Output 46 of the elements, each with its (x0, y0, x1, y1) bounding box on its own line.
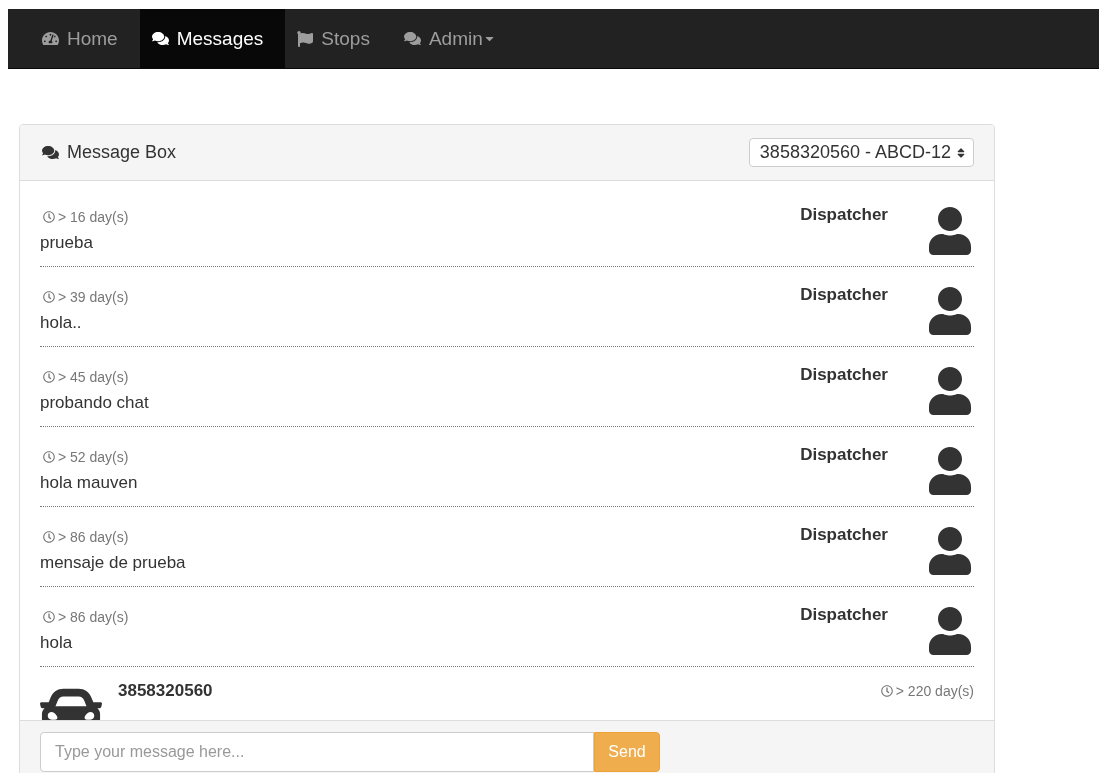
message-time: > 39 day(s) (43, 287, 129, 307)
nav-tab[interactable]: Home (30, 9, 140, 68)
dashboard-icon (42, 30, 59, 47)
nav-tab[interactable]: Admin (391, 9, 518, 68)
sender-name: Dispatcher (800, 605, 888, 625)
sender-name: Dispatcher (800, 205, 888, 225)
user-avatar-icon (926, 527, 974, 575)
clock-icon (43, 451, 55, 463)
message-input[interactable]: Type your message here... (40, 732, 594, 772)
sender-name: Dispatcher (800, 525, 888, 545)
user-avatar-icon (926, 207, 974, 255)
clock-icon (43, 531, 55, 543)
nav-tab[interactable]: Messages (139, 9, 286, 68)
sort-icon (955, 146, 967, 159)
message-time: > 52 day(s) (43, 447, 138, 467)
sender-name: Dispatcher (800, 285, 888, 305)
message-time: > 220 day(s) (880, 681, 974, 701)
user-avatar-icon (926, 287, 974, 335)
message-time: > 86 day(s) (43, 607, 129, 627)
clock-icon (43, 291, 55, 303)
message-text: mensaje de prueba (40, 552, 186, 574)
user-avatar-icon (926, 367, 974, 415)
message-time: > 86 day(s) (43, 527, 186, 547)
message-time: > 16 day(s) (43, 207, 129, 227)
clock-icon (43, 211, 55, 223)
message-text: hola mauven (40, 472, 138, 494)
vehicle-select[interactable]: 3858320560 - ABCD-12 (748, 138, 974, 167)
clock-icon (43, 371, 55, 383)
sender-name: Dispatcher (800, 445, 888, 465)
clock-icon (43, 611, 55, 623)
user-avatar-icon (926, 607, 974, 655)
user-avatar-icon (926, 447, 974, 495)
flag-icon (297, 30, 314, 47)
message-text: hola.. (40, 312, 83, 334)
message-text: hola (40, 632, 74, 654)
message-time: > 45 day(s) (43, 367, 149, 387)
nav-tab[interactable]: Stops (285, 9, 392, 68)
clock-icon (880, 685, 893, 697)
comments-icon (42, 144, 59, 161)
sender-name: Dispatcher (800, 365, 888, 385)
sender-name: 3858320560 (118, 681, 213, 701)
message-text: probando chat (40, 392, 149, 414)
panel-title: Message Box (67, 142, 177, 163)
comments-icon (403, 30, 421, 47)
message-text: prueba (40, 232, 94, 254)
comments-icon (151, 30, 169, 47)
